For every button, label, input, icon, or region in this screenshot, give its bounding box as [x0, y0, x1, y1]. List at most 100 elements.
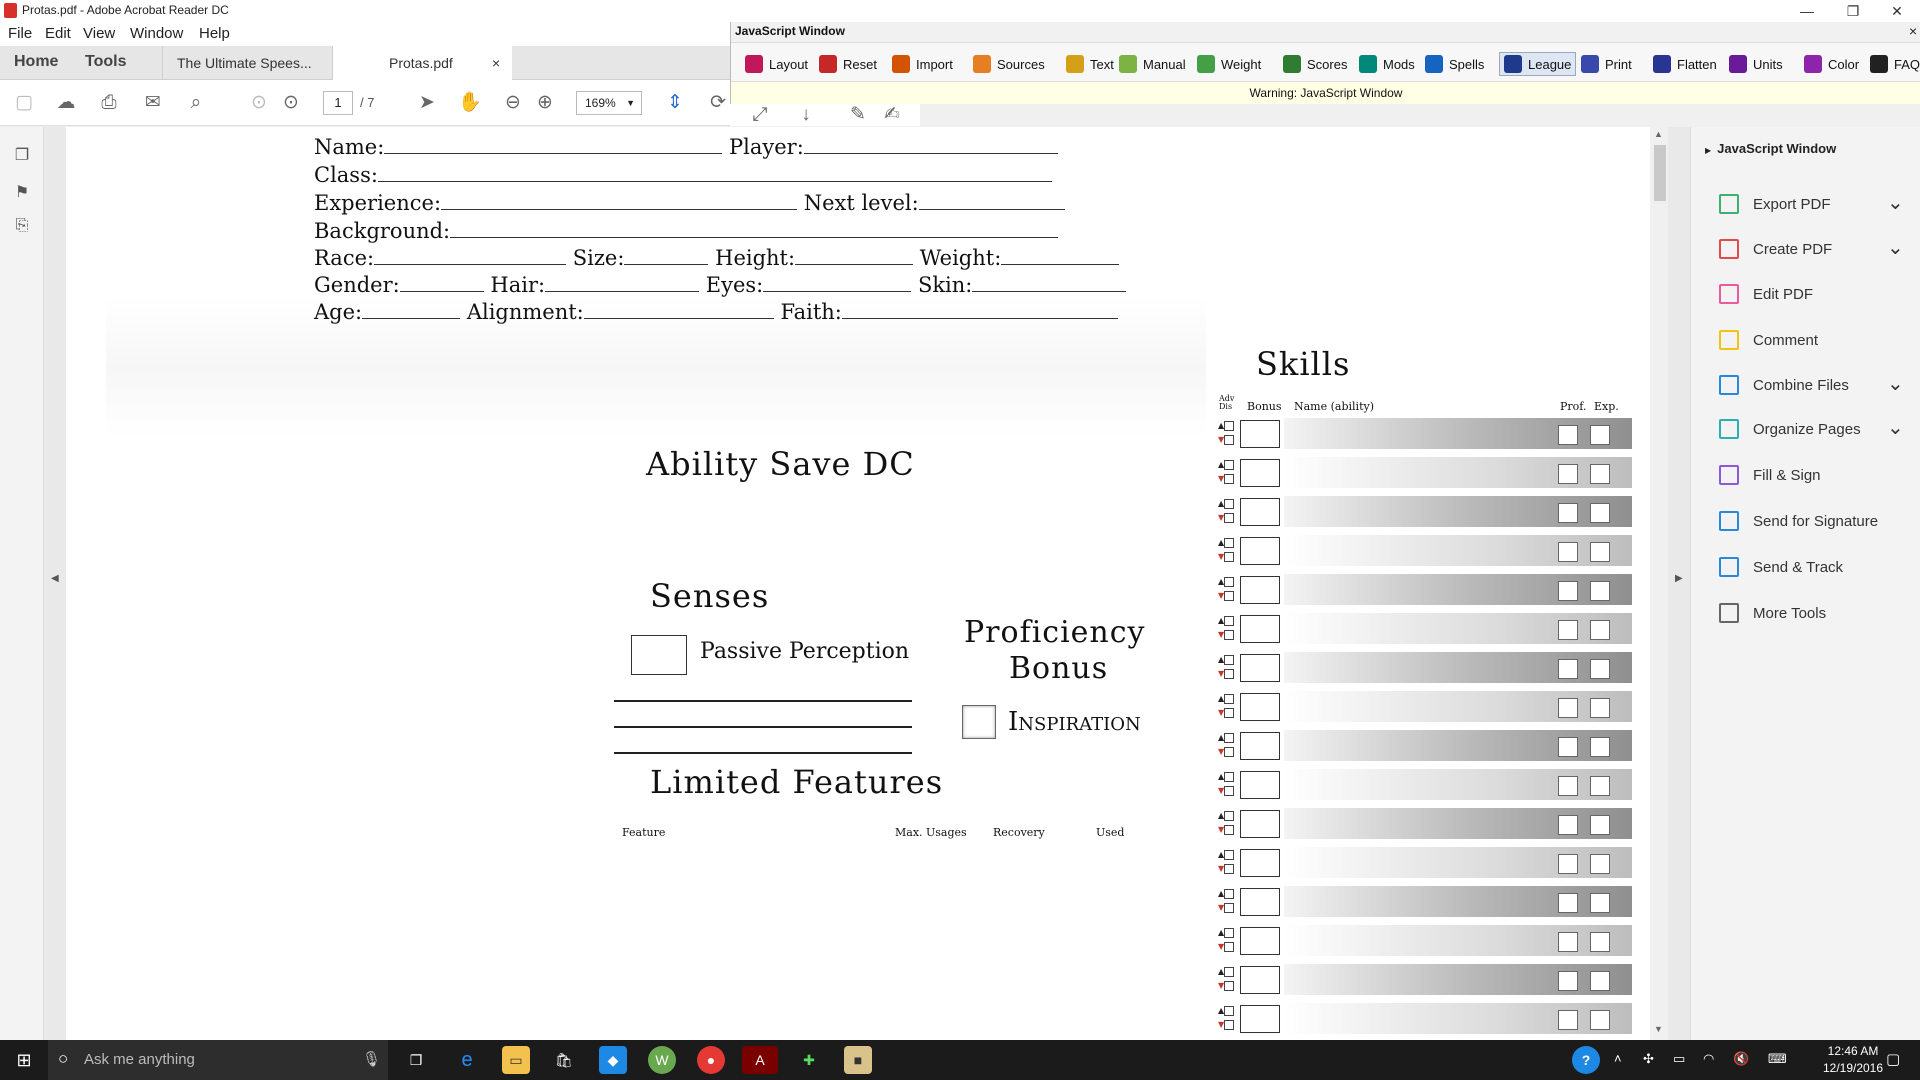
skill-bonus-box[interactable] — [1240, 732, 1280, 760]
skill-bonus-box[interactable] — [1240, 693, 1280, 721]
proficiency-checkbox[interactable] — [1558, 737, 1578, 757]
js-scores-button[interactable]: Scores — [1283, 52, 1347, 76]
tool-send-for-signature[interactable]: Send for Signature — [1719, 511, 1878, 531]
inspiration-checkbox[interactable] — [962, 705, 996, 739]
proficiency-checkbox[interactable] — [1558, 542, 1578, 562]
javascript-window-close[interactable]: × — [1909, 23, 1917, 39]
restore-button[interactable]: ❐ — [1830, 0, 1876, 22]
expertise-checkbox[interactable] — [1590, 854, 1610, 874]
proficiency-checkbox[interactable] — [1558, 1010, 1578, 1030]
skill-name-field[interactable] — [1284, 496, 1632, 527]
js-layout-button[interactable]: Layout — [745, 52, 808, 76]
expertise-checkbox[interactable] — [1590, 503, 1610, 523]
next-page-icon[interactable]: ⊙ — [279, 92, 303, 114]
advantage-checkbox[interactable] — [1224, 967, 1234, 977]
js-sources-button[interactable]: Sources — [973, 52, 1045, 76]
disadvantage-checkbox[interactable] — [1224, 1020, 1234, 1030]
keyboard-icon[interactable]: ⌨ — [1768, 1051, 1787, 1067]
expertise-checkbox[interactable] — [1590, 737, 1610, 757]
proficiency-checkbox[interactable] — [1558, 776, 1578, 796]
js-flatten-button[interactable]: Flatten — [1653, 52, 1717, 76]
tool-create-pdf[interactable]: Create PDF — [1719, 239, 1832, 259]
scroll-down-arrow-icon[interactable]: ▼ — [1654, 1024, 1663, 1034]
skill-bonus-box[interactable] — [1240, 459, 1280, 487]
tool-organize-pages[interactable]: Organize Pages — [1719, 419, 1861, 439]
skill-name-field[interactable] — [1284, 847, 1632, 878]
input-name[interactable] — [384, 136, 723, 154]
skill-name-field[interactable] — [1284, 769, 1632, 800]
disadvantage-checkbox[interactable] — [1224, 903, 1234, 913]
file-explorer-icon[interactable]: ▭ — [502, 1046, 530, 1074]
input-faith[interactable] — [841, 301, 1118, 319]
input-height[interactable] — [795, 247, 914, 265]
skill-bonus-box[interactable] — [1240, 927, 1280, 955]
app-box-icon[interactable]: ■ — [844, 1046, 872, 1074]
advantage-checkbox[interactable] — [1224, 460, 1234, 470]
proficiency-checkbox[interactable] — [1558, 464, 1578, 484]
proficiency-checkbox[interactable] — [1558, 815, 1578, 835]
senses-line-3[interactable] — [614, 752, 912, 754]
right-pane-collapse[interactable]: ▶ — [1668, 127, 1690, 1040]
scrollbar-thumb[interactable] — [1654, 145, 1666, 201]
disadvantage-checkbox[interactable] — [1224, 942, 1234, 952]
clock-time[interactable]: 12:46 AM — [1816, 1044, 1890, 1058]
tool-fill-sign[interactable]: Fill & Sign — [1719, 465, 1821, 485]
chevron-down-icon[interactable]: ⌄ — [1887, 193, 1904, 213]
js-text-button[interactable]: Text — [1066, 52, 1114, 76]
proficiency-checkbox[interactable] — [1558, 503, 1578, 523]
advantage-checkbox[interactable] — [1224, 538, 1234, 548]
bookmark-icon[interactable]: ⚑ — [12, 182, 32, 202]
fit-width-icon[interactable]: ⤢ — [748, 104, 772, 126]
skill-name-field[interactable] — [1284, 652, 1632, 683]
advantage-checkbox[interactable] — [1224, 421, 1234, 431]
disadvantage-checkbox[interactable] — [1224, 591, 1234, 601]
disadvantage-checkbox[interactable] — [1224, 747, 1234, 757]
input-eyes[interactable] — [763, 274, 912, 292]
email-icon[interactable]: ✉ — [141, 92, 165, 114]
skill-name-field[interactable] — [1284, 886, 1632, 917]
js-manual-button[interactable]: Manual — [1119, 52, 1186, 76]
skill-name-field[interactable] — [1284, 925, 1632, 956]
expertise-checkbox[interactable] — [1590, 464, 1610, 484]
disadvantage-checkbox[interactable] — [1224, 474, 1234, 484]
js-print-button[interactable]: Print — [1581, 52, 1632, 76]
proficiency-checkbox[interactable] — [1558, 698, 1578, 718]
menu-view[interactable]: View — [83, 25, 115, 42]
skill-name-field[interactable] — [1284, 457, 1632, 488]
tab-close-icon[interactable]: × — [492, 55, 500, 71]
tool-edit-pdf[interactable]: Edit PDF — [1719, 284, 1813, 304]
skill-name-field[interactable] — [1284, 808, 1632, 839]
menu-window[interactable]: Window — [130, 25, 183, 42]
previous-page-icon[interactable]: ⊙ — [247, 92, 271, 114]
zoom-select[interactable]: 169% ▼ — [576, 91, 642, 115]
edge-browser-icon[interactable]: e — [453, 1046, 481, 1074]
disadvantage-checkbox[interactable] — [1224, 435, 1234, 445]
close-button[interactable]: ✕ — [1874, 0, 1920, 22]
advantage-checkbox[interactable] — [1224, 499, 1234, 509]
disadvantage-checkbox[interactable] — [1224, 669, 1234, 679]
skill-name-field[interactable] — [1284, 613, 1632, 644]
js-mods-button[interactable]: Mods — [1359, 52, 1415, 76]
store-icon[interactable]: 🛍 — [550, 1046, 578, 1074]
skill-name-field[interactable] — [1284, 574, 1632, 605]
tab-tools[interactable]: Tools — [85, 53, 126, 71]
skill-bonus-box[interactable] — [1240, 771, 1280, 799]
passive-perception-box[interactable] — [631, 635, 687, 675]
search-icon[interactable]: ⌕ — [184, 92, 208, 114]
js-import-button[interactable]: Import — [892, 52, 953, 76]
input-next-level[interactable] — [918, 192, 1065, 210]
microphone-icon[interactable]: 🎙 — [362, 1050, 381, 1068]
volume-mute-icon[interactable]: 🔇 — [1733, 1051, 1749, 1067]
tool-more-tools[interactable]: More Tools — [1719, 603, 1826, 623]
chevron-down-icon[interactable]: ⌄ — [1887, 418, 1904, 438]
advantage-checkbox[interactable] — [1224, 811, 1234, 821]
start-button[interactable]: ⊞ — [0, 1040, 48, 1080]
battery-icon[interactable]: ▭ — [1673, 1051, 1685, 1067]
advantage-checkbox[interactable] — [1224, 772, 1234, 782]
expertise-checkbox[interactable] — [1590, 932, 1610, 952]
expertise-checkbox[interactable] — [1590, 542, 1610, 562]
proficiency-checkbox[interactable] — [1558, 854, 1578, 874]
expertise-checkbox[interactable] — [1590, 659, 1610, 679]
tools-pane-header[interactable]: ▶ JavaScript Window — [1705, 141, 1836, 156]
left-pane-collapse[interactable]: ◀ — [44, 127, 66, 1040]
